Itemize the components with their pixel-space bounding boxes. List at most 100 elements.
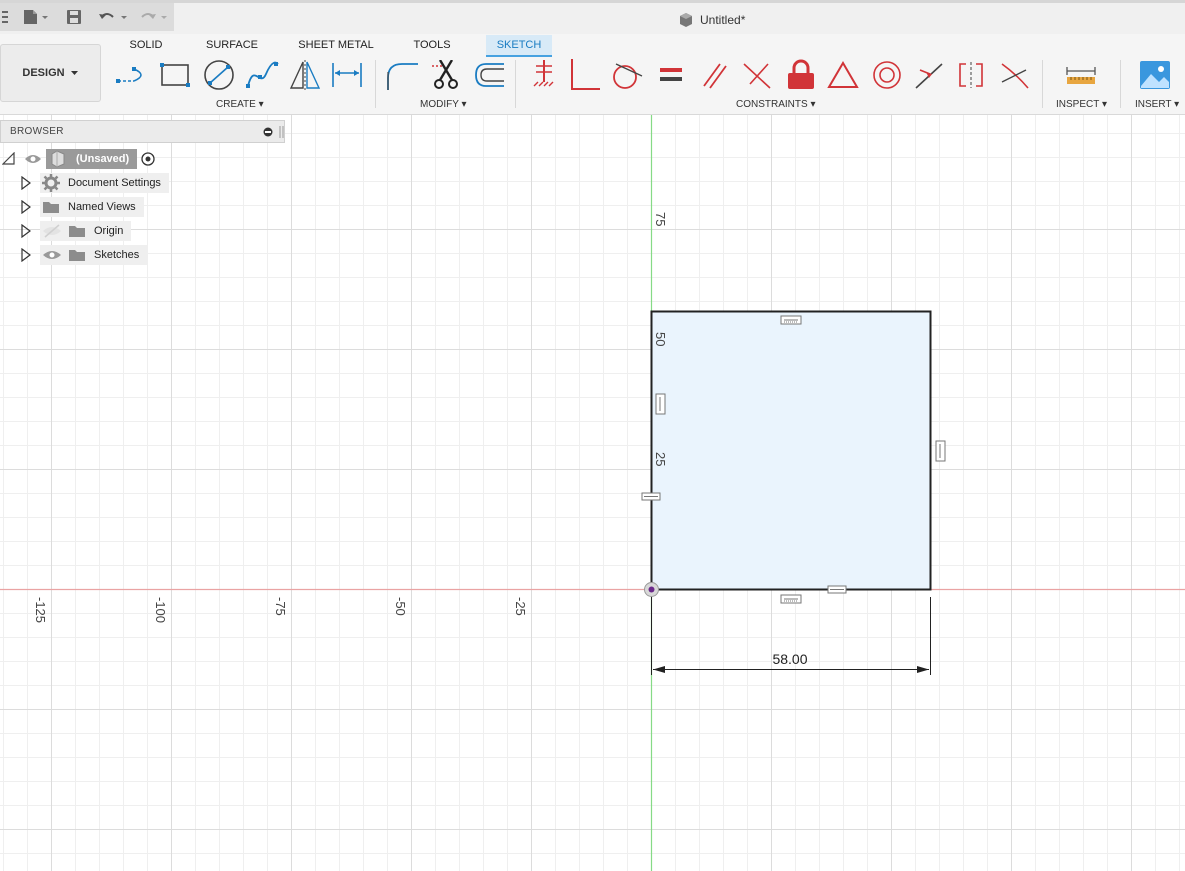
expand-triangle-icon[interactable]	[20, 200, 32, 214]
browser-item-document-settings[interactable]: Document Settings	[20, 173, 169, 193]
browser-item-named-views[interactable]: Named Views	[20, 197, 144, 217]
create-group-label: CREATE	[216, 99, 256, 110]
line-tool-icon[interactable]	[116, 58, 150, 92]
measure-ruler-icon[interactable]	[1064, 58, 1098, 92]
concentric-constraint-icon[interactable]	[870, 58, 904, 92]
app-title-bar	[0, 0, 1185, 34]
browser-root-label: (Unsaved)	[68, 149, 138, 169]
y-axis-tick-label: 75	[653, 212, 668, 226]
workspace-label: DESIGN	[22, 67, 65, 79]
ribbon-divider	[1120, 60, 1121, 108]
browser-root-row[interactable]: (Unsaved)	[2, 149, 155, 169]
sketch-canvas[interactable]: 58.00 -125 -100 -75 -50 -25 75 50 25	[0, 115, 1185, 871]
sketch-rectangle[interactable]	[650, 310, 932, 591]
folder-icon	[69, 250, 85, 261]
tab-sketch[interactable]: SKETCH	[486, 35, 552, 57]
rectangle-tool-icon[interactable]	[158, 58, 192, 92]
y-axis-tick-label: 50	[653, 332, 668, 346]
eye-icon[interactable]	[42, 248, 62, 262]
undo-icon[interactable]	[96, 6, 130, 28]
tab-sheet-metal[interactable]: SHEET METAL	[296, 35, 376, 55]
browser-item-label: Sketches	[86, 245, 148, 265]
dimension-value[interactable]: 58.00	[772, 651, 807, 667]
insert-group-label: INSERT	[1135, 99, 1172, 110]
circle-tool-icon[interactable]	[202, 58, 236, 92]
chevron-down-icon	[70, 71, 78, 75]
dimension-tool-icon[interactable]	[330, 58, 364, 92]
workspace-switcher-button[interactable]: DESIGN	[0, 44, 101, 102]
document-title-area: Untitled*	[678, 11, 745, 29]
equal-constraint-icon[interactable]	[654, 58, 688, 92]
expand-triangle-icon[interactable]	[20, 176, 32, 190]
ribbon: DESIGN SOLID SURFACE SHEET METAL TOOLS S…	[0, 34, 1185, 115]
browser-item-label: Named Views	[60, 197, 144, 217]
x-axis-tick-label: -25	[513, 597, 528, 616]
offset-tool-icon[interactable]	[472, 58, 506, 92]
constraints-group-label: CONSTRAINTS	[736, 99, 808, 110]
file-menu-icon[interactable]	[20, 6, 50, 28]
fix-constraint-icon[interactable]	[526, 58, 560, 92]
browser-item-origin[interactable]: Origin	[20, 221, 132, 241]
mirror-tool-icon[interactable]	[288, 58, 322, 92]
lock-constraint-icon[interactable]	[784, 58, 818, 92]
parallel-constraint-icon[interactable]	[698, 58, 732, 92]
midpoint-constraint-icon[interactable]	[912, 58, 946, 92]
constraints-group-menu[interactable]: CONSTRAINTS ▾	[736, 99, 815, 110]
ribbon-divider	[515, 60, 516, 108]
trim-scissors-icon[interactable]	[430, 58, 464, 92]
browser-item-sketches[interactable]: Sketches	[20, 245, 148, 265]
modify-group-menu[interactable]: MODIFY ▾	[420, 99, 467, 110]
collapse-triangle-icon[interactable]	[2, 152, 16, 166]
expand-triangle-icon[interactable]	[20, 224, 32, 238]
x-axis-tick-label: -50	[393, 597, 408, 616]
horizontal-constraint-glyph[interactable]	[780, 594, 802, 604]
folder-icon	[43, 202, 59, 213]
redo-icon[interactable]	[138, 6, 170, 28]
ribbon-divider	[1042, 60, 1043, 108]
perpendicular-constraint-icon[interactable]	[740, 58, 774, 92]
coincident-constraint-icon[interactable]	[568, 58, 602, 92]
insert-group-menu[interactable]: INSERT ▾	[1135, 99, 1179, 110]
horizontal-constraint-glyph[interactable]	[780, 315, 802, 325]
component-cube-icon	[51, 150, 65, 168]
panel-resize-handle-icon[interactable]	[279, 125, 285, 139]
spline-tool-icon[interactable]	[246, 58, 280, 92]
x-axis-tick-label: -100	[153, 597, 168, 623]
browser-item-label: Document Settings	[60, 173, 169, 193]
eye-icon[interactable]	[24, 153, 42, 165]
x-axis-tick-label: -75	[273, 597, 288, 616]
document-title: Untitled*	[700, 13, 746, 27]
eye-hidden-icon[interactable]	[42, 224, 62, 238]
curvature-constraint-icon[interactable]	[998, 58, 1032, 92]
expand-triangle-icon[interactable]	[20, 248, 32, 262]
tangent-constraint-icon[interactable]	[610, 58, 644, 92]
grid-menu-icon[interactable]	[0, 6, 10, 28]
coincident-constraint-glyph[interactable]	[641, 492, 661, 501]
save-icon[interactable]	[64, 6, 84, 28]
collapse-panel-icon[interactable]	[263, 127, 273, 137]
quick-access-toolbar	[0, 3, 174, 31]
vertical-constraint-glyph[interactable]	[655, 393, 666, 415]
fillet-tool-icon[interactable]	[384, 58, 418, 92]
coincident-constraint-glyph[interactable]	[827, 585, 847, 594]
y-axis-tick-label: 25	[653, 452, 668, 466]
browser-panel-header: BROWSER	[0, 120, 285, 143]
inspect-group-menu[interactable]: INSPECT ▾	[1056, 99, 1107, 110]
vertical-constraint-glyph[interactable]	[935, 440, 946, 462]
gear-icon	[42, 174, 60, 192]
browser-item-label: Origin	[86, 221, 132, 241]
insert-image-icon[interactable]	[1138, 58, 1172, 92]
browser-title: BROWSER	[10, 126, 64, 137]
grid-minor	[0, 115, 1185, 871]
create-group-menu[interactable]: CREATE ▾	[216, 99, 264, 110]
tab-surface[interactable]: SURFACE	[200, 35, 264, 55]
tab-tools[interactable]: TOOLS	[408, 35, 456, 55]
triangle-constraint-icon[interactable]	[826, 58, 860, 92]
ribbon-divider	[375, 60, 376, 108]
folder-icon	[69, 226, 85, 237]
tab-solid[interactable]: SOLID	[122, 35, 170, 55]
modify-group-label: MODIFY	[420, 99, 459, 110]
symmetry-constraint-icon[interactable]	[954, 58, 988, 92]
activate-radio-icon[interactable]	[141, 152, 155, 166]
x-axis-tick-label: -125	[33, 597, 48, 623]
